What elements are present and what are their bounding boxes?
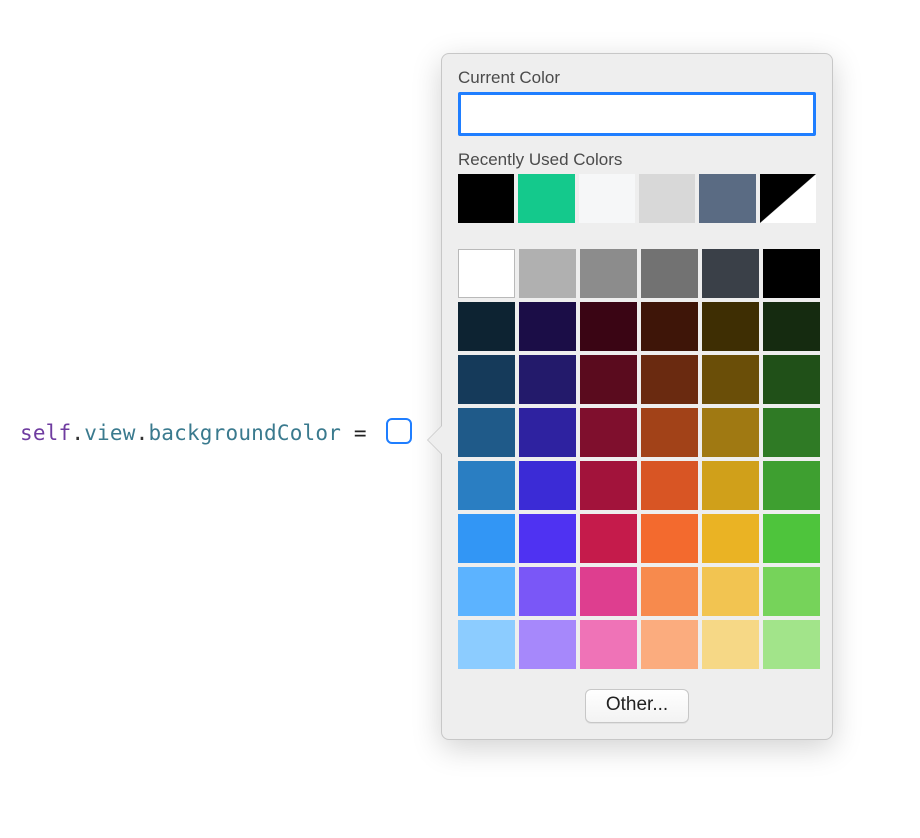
palette-swatch[interactable] <box>641 620 698 669</box>
code-token-self: self <box>20 421 71 445</box>
code-token-view: view <box>84 421 135 445</box>
palette-swatch[interactable] <box>580 302 637 351</box>
other-colors-button[interactable]: Other... <box>585 689 689 723</box>
palette-swatch[interactable] <box>763 567 820 616</box>
palette-swatch[interactable] <box>519 461 576 510</box>
palette-swatch[interactable] <box>641 302 698 351</box>
palette-swatch[interactable] <box>458 302 515 351</box>
palette-swatch[interactable] <box>763 461 820 510</box>
palette-swatch[interactable] <box>458 620 515 669</box>
palette-swatch[interactable] <box>580 514 637 563</box>
palette-swatch[interactable] <box>702 514 759 563</box>
palette-swatch[interactable] <box>702 620 759 669</box>
recent-color-swatch[interactable] <box>639 174 695 223</box>
palette-swatch[interactable] <box>458 567 515 616</box>
palette-swatch[interactable] <box>763 249 820 298</box>
palette-swatch[interactable] <box>458 514 515 563</box>
recent-colors-row <box>458 174 816 223</box>
code-token-dot: . <box>71 421 84 445</box>
palette-swatch[interactable] <box>519 408 576 457</box>
palette-swatch[interactable] <box>458 461 515 510</box>
palette-swatch[interactable] <box>763 408 820 457</box>
palette-swatch[interactable] <box>763 514 820 563</box>
palette-swatch[interactable] <box>763 302 820 351</box>
recent-colors-label: Recently Used Colors <box>458 150 816 170</box>
color-palette-grid <box>458 249 816 669</box>
palette-swatch[interactable] <box>580 567 637 616</box>
palette-swatch[interactable] <box>519 514 576 563</box>
recent-color-swatch[interactable] <box>699 174 755 223</box>
palette-swatch[interactable] <box>763 355 820 404</box>
popover-arrow <box>428 426 442 454</box>
palette-swatch[interactable] <box>580 408 637 457</box>
code-token-equals: = <box>341 421 380 445</box>
recent-color-swatch[interactable] <box>760 174 816 223</box>
current-color-well[interactable] <box>458 92 816 136</box>
palette-swatch[interactable] <box>458 408 515 457</box>
palette-swatch[interactable] <box>580 461 637 510</box>
palette-swatch[interactable] <box>519 302 576 351</box>
palette-swatch[interactable] <box>641 355 698 404</box>
color-literal-swatch[interactable] <box>386 418 412 444</box>
code-token-property: backgroundColor <box>148 421 341 445</box>
recent-color-swatch[interactable] <box>518 174 574 223</box>
palette-swatch[interactable] <box>458 249 515 298</box>
palette-swatch[interactable] <box>580 249 637 298</box>
palette-swatch[interactable] <box>641 514 698 563</box>
code-token-dot: . <box>136 421 149 445</box>
palette-swatch[interactable] <box>702 249 759 298</box>
palette-swatch[interactable] <box>702 355 759 404</box>
palette-swatch[interactable] <box>702 567 759 616</box>
palette-swatch[interactable] <box>702 302 759 351</box>
current-color-label: Current Color <box>458 68 816 88</box>
palette-swatch[interactable] <box>519 567 576 616</box>
palette-swatch[interactable] <box>763 620 820 669</box>
palette-swatch[interactable] <box>641 408 698 457</box>
palette-swatch[interactable] <box>458 355 515 404</box>
palette-swatch[interactable] <box>641 249 698 298</box>
recent-color-swatch[interactable] <box>579 174 635 223</box>
palette-swatch[interactable] <box>641 567 698 616</box>
recent-color-swatch[interactable] <box>458 174 514 223</box>
palette-swatch[interactable] <box>702 461 759 510</box>
palette-swatch[interactable] <box>580 620 637 669</box>
palette-swatch[interactable] <box>580 355 637 404</box>
code-line: self.view.backgroundColor = <box>20 418 412 445</box>
color-picker-popover: Current Color Recently Used Colors Other… <box>441 53 833 740</box>
palette-swatch[interactable] <box>519 620 576 669</box>
split-triangle-icon <box>760 174 816 223</box>
palette-swatch[interactable] <box>519 249 576 298</box>
palette-swatch[interactable] <box>519 355 576 404</box>
palette-swatch[interactable] <box>702 408 759 457</box>
palette-swatch[interactable] <box>641 461 698 510</box>
